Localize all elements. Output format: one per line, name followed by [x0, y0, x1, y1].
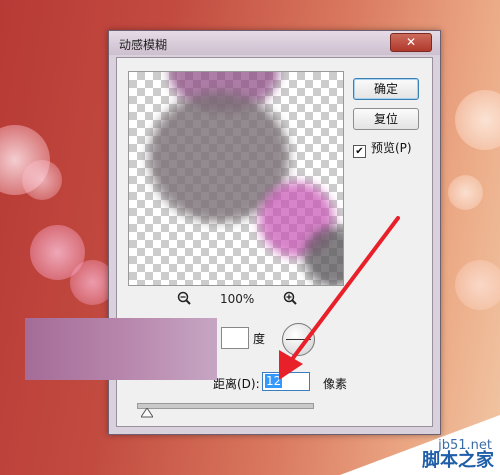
preview-checkbox[interactable]: ✔ [353, 145, 366, 158]
preview-label: 预览(P) [371, 141, 412, 155]
bokeh-light [455, 260, 500, 310]
bokeh-light [30, 225, 85, 280]
distance-input[interactable]: 12 [262, 372, 310, 391]
zoom-in-icon[interactable] [283, 291, 297, 305]
reset-button[interactable]: 复位 [353, 108, 419, 130]
ok-button[interactable]: 确定 [353, 78, 419, 100]
zoom-controls: 100% [177, 291, 327, 309]
bokeh-light [455, 90, 500, 150]
distance-value: 12 [265, 374, 283, 388]
bokeh-light [22, 160, 62, 200]
title-bar: 动感模糊 ✕ [109, 31, 440, 55]
close-button[interactable]: ✕ [390, 33, 432, 52]
angle-unit: 度 [253, 332, 266, 346]
bokeh-light [0, 125, 50, 195]
angle-dial[interactable] [282, 323, 315, 356]
filter-preview[interactable] [128, 71, 344, 286]
distance-slider-track[interactable] [137, 403, 314, 409]
angle-input[interactable] [221, 327, 249, 349]
dialog-title: 动感模糊 [119, 38, 168, 52]
zoom-out-icon[interactable] [177, 291, 191, 305]
distance-unit: 像素 [323, 377, 348, 391]
zoom-level: 100% [220, 292, 255, 306]
preview-option[interactable]: ✔ 预览(P) [353, 139, 412, 158]
distance-label: 距离(D): [213, 377, 260, 391]
watermark-brand: 脚本之家 [422, 450, 494, 471]
bokeh-light [448, 175, 483, 210]
distance-slider-thumb[interactable] [141, 408, 153, 418]
angle-needle [286, 339, 311, 340]
obscured-region [25, 318, 217, 380]
site-watermark: jb51.net 脚本之家 [340, 415, 500, 475]
